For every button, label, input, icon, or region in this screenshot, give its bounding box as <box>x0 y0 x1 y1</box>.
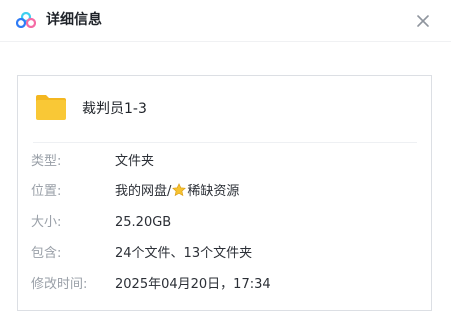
type-value: 文件夹 <box>115 154 155 169</box>
modified-value: 2025年04月20日，17:34 <box>115 277 271 292</box>
contains-value: 24个文件、13个文件夹 <box>115 246 253 261</box>
info-row-location: 位置: 我的网盘/稀缺资源 <box>18 182 431 202</box>
size-value: 25.20GB <box>115 215 172 230</box>
modified-label: 修改时间: <box>31 277 88 292</box>
info-row-modified: 修改时间: 2025年04月20日，17:34 <box>18 275 431 295</box>
details-dialog: 详细信息 裁判员1-3 类型: 文件夹 位置: 我的网盘/稀缺资源 大小: 25… <box>0 0 451 332</box>
info-row-size: 大小: 25.20GB <box>18 213 431 233</box>
file-details-card: 裁判员1-3 类型: 文件夹 位置: 我的网盘/稀缺资源 大小: 25.20GB… <box>17 75 432 311</box>
info-row-type: 类型: 文件夹 <box>18 152 431 172</box>
divider <box>33 142 417 143</box>
info-row-contains: 包含: 24个文件、13个文件夹 <box>18 244 431 264</box>
location-path-prefix: 我的网盘/ <box>115 184 172 199</box>
file-name: 裁判员1-3 <box>82 101 147 117</box>
contains-label: 包含: <box>31 246 62 261</box>
dialog-title: 详细信息 <box>46 12 102 28</box>
baidu-netdisk-logo-icon <box>16 12 36 28</box>
type-label: 类型: <box>31 154 62 169</box>
location-path-suffix: 稀缺资源 <box>187 184 240 199</box>
dialog-header: 详细信息 <box>0 0 451 42</box>
close-icon[interactable] <box>412 10 434 32</box>
folder-icon <box>36 95 66 120</box>
location-value[interactable]: 我的网盘/稀缺资源 <box>115 182 239 202</box>
location-label: 位置: <box>31 184 62 199</box>
star-emoji-icon <box>172 183 187 197</box>
size-label: 大小: <box>31 215 62 230</box>
